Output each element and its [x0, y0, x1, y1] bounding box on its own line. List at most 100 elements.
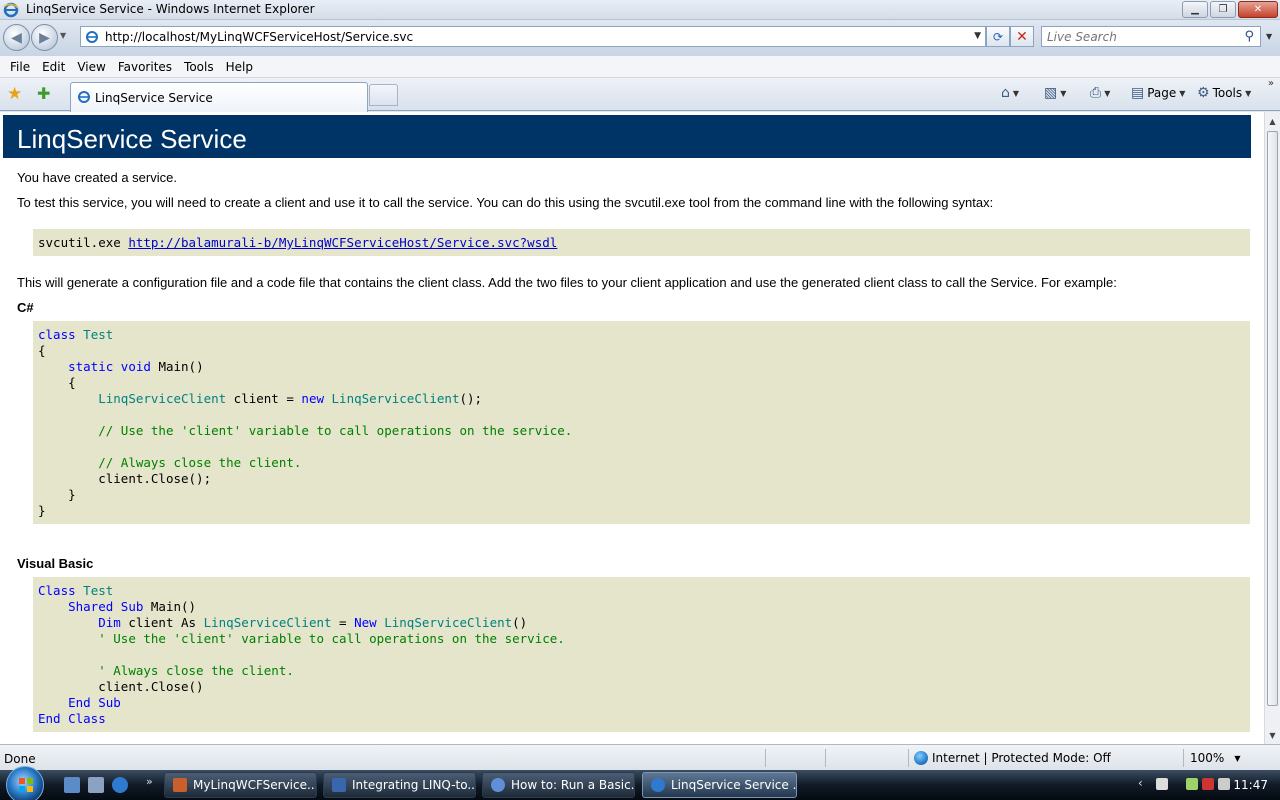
cs-new-kw: new: [301, 391, 324, 406]
window-title: LinqService Service - Windows Internet E…: [26, 2, 315, 16]
vb-test-type: Test: [83, 583, 114, 598]
vb-new-kw: New: [354, 615, 377, 630]
show-desktop-icon[interactable]: [64, 777, 80, 793]
cs-class-kw: class: [38, 327, 76, 342]
clock[interactable]: 11:47: [1233, 778, 1268, 792]
menu-tools[interactable]: Tools: [178, 60, 220, 74]
home-button[interactable]: ⌂ ▼: [1001, 85, 1019, 101]
internet-globe-icon: [914, 751, 928, 765]
tab-label: LinqService Service: [95, 91, 213, 105]
feeds-button[interactable]: ▧ ▼: [1044, 85, 1066, 101]
refresh-button[interactable]: ⟳: [986, 26, 1010, 47]
more-commands-icon[interactable]: »: [1268, 78, 1274, 89]
chevron-down-icon: ▼: [1012, 88, 1020, 98]
cs-static-kw: static: [68, 359, 114, 374]
vs-app-icon: [173, 778, 187, 792]
switch-windows-icon[interactable]: [88, 777, 104, 793]
forward-button[interactable]: ▶: [31, 24, 58, 51]
vb-dim-kw: Dim: [98, 615, 121, 630]
close-button[interactable]: ✕: [1238, 1, 1278, 18]
recent-pages-dropdown[interactable]: ▼: [60, 31, 66, 40]
ie-quicklaunch-icon[interactable]: [112, 777, 128, 793]
new-tab-button[interactable]: [369, 84, 398, 106]
minimize-button[interactable]: ▁: [1182, 1, 1208, 18]
zoom-level: 100%: [1190, 751, 1225, 765]
taskbar-item-linqservice[interactable]: LinqService Service ...: [642, 772, 797, 798]
csharp-heading: C#: [17, 300, 34, 315]
page-title: LinqService Service: [17, 124, 247, 154]
menu-help[interactable]: Help: [220, 60, 259, 74]
chevron-down-icon: ▼: [1060, 88, 1067, 98]
vb-class-kw: Class: [38, 583, 76, 598]
maximize-button[interactable]: ❐: [1210, 1, 1236, 18]
volume-icon[interactable]: [1218, 778, 1230, 790]
vb-eq: =: [331, 615, 355, 630]
page-ie-icon: [86, 31, 98, 43]
network-icon[interactable]: [1156, 778, 1168, 790]
scroll-down-icon[interactable]: ▼: [1265, 727, 1280, 743]
address-dropdown-icon[interactable]: ▼: [974, 31, 981, 41]
vertical-scrollbar[interactable]: ▲ ▼: [1264, 112, 1280, 744]
task-label: Integrating LINQ-to...: [352, 778, 476, 792]
favorites-star-icon[interactable]: ★: [7, 84, 22, 104]
help-icon: [491, 778, 505, 792]
window-title-bar: LinqService Service - Windows Internet E…: [0, 0, 1280, 20]
vb-ctor-type: LinqServiceClient: [384, 615, 513, 630]
stop-button[interactable]: ✕: [1010, 26, 1034, 47]
zoom-control[interactable]: 100% ▼: [1190, 751, 1240, 765]
start-button[interactable]: [6, 766, 44, 800]
search-input[interactable]: [1047, 29, 1227, 45]
vb-ctor-end: (): [512, 615, 528, 630]
test-instructions-text: To test this service, you will need to c…: [17, 195, 994, 210]
gear-icon: ⚙: [1197, 85, 1210, 101]
vb-client-as: client As: [120, 615, 204, 630]
network-error-icon[interactable]: [1202, 778, 1214, 790]
battery-icon[interactable]: [1186, 778, 1198, 790]
vb-comment-close: ' Always close the client.: [98, 663, 294, 678]
address-field[interactable]: http://localhost/MyLinqWCFServiceHost/Se…: [80, 26, 986, 47]
generate-text: This will generate a configuration file …: [17, 275, 1117, 290]
vb-close-call: client.Close(): [98, 679, 204, 694]
cs-main: Main(): [158, 359, 204, 374]
wsdl-link[interactable]: http://balamurali-b/MyLinqWCFServiceHost…: [128, 235, 557, 250]
vb-shared-kw: Shared: [68, 599, 114, 614]
ie-icon: [3, 2, 19, 18]
task-label: How to: Run a Basic...: [511, 778, 635, 792]
vb-sub-kw: Sub: [120, 599, 144, 614]
vb-end-sub: End Sub: [68, 695, 121, 710]
cs-brace: {: [38, 343, 46, 358]
status-divider: [908, 749, 909, 767]
search-options-dropdown[interactable]: ▼: [1266, 32, 1272, 41]
url-text[interactable]: http://localhost/MyLinqWCFServiceHost/Se…: [105, 30, 413, 44]
cs-brace: {: [68, 375, 76, 390]
task-label: MyLinqWCFService...: [193, 778, 317, 792]
cs-brace: }: [68, 487, 76, 502]
vb-main: Main(): [150, 599, 197, 614]
cs-brace: }: [38, 503, 46, 518]
tray-expand-icon[interactable]: ‹: [1138, 776, 1143, 790]
menu-view[interactable]: View: [71, 60, 111, 74]
search-field[interactable]: ⚲: [1041, 26, 1261, 47]
scroll-up-icon[interactable]: ▲: [1265, 113, 1280, 129]
status-text: Done: [4, 752, 36, 766]
taskbar-item-integrating[interactable]: Integrating LINQ-to...: [323, 772, 476, 798]
tab-ie-icon: [78, 91, 90, 103]
scrollbar-thumb[interactable]: [1267, 131, 1278, 706]
quicklaunch-more-icon[interactable]: »: [146, 775, 153, 788]
menu-edit[interactable]: Edit: [36, 60, 71, 74]
taskbar-item-howto[interactable]: How to: Run a Basic...: [482, 772, 635, 798]
cs-comment-close: // Always close the client.: [98, 455, 302, 470]
page-menu-button[interactable]: ▤ Page ▼: [1131, 85, 1185, 101]
cs-client-var: client =: [226, 391, 302, 406]
menu-file[interactable]: File: [4, 60, 36, 74]
print-button[interactable]: ⎙ ▼: [1090, 85, 1110, 101]
tab-linqservice[interactable]: LinqService Service: [70, 82, 368, 112]
add-favorite-icon[interactable]: ✚: [37, 84, 50, 103]
tools-menu-button[interactable]: ⚙ Tools ▼: [1197, 85, 1251, 101]
menu-favorites[interactable]: Favorites: [112, 60, 178, 74]
search-icon[interactable]: ⚲: [1244, 29, 1254, 44]
back-arrow-icon: ◀: [11, 29, 22, 46]
back-button[interactable]: ◀: [3, 24, 30, 51]
security-zone[interactable]: Internet | Protected Mode: Off: [914, 751, 1111, 765]
taskbar-item-mylinq[interactable]: MyLinqWCFService...: [164, 772, 317, 798]
